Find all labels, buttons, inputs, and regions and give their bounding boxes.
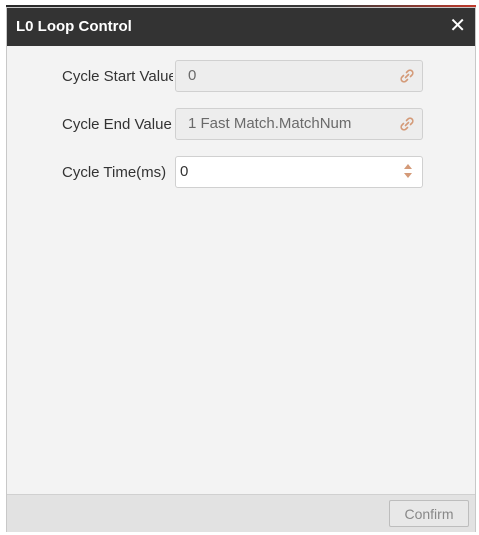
cycle-end-row: Cycle End Value 1 Fast Match.MatchNum (7, 108, 475, 142)
cycle-end-label: Cycle End Value (62, 116, 172, 133)
decrement-arrow-icon[interactable] (404, 173, 412, 178)
confirm-button[interactable]: Confirm (389, 500, 469, 527)
cycle-time-label: Cycle Time(ms) (62, 164, 167, 181)
dialog-titlebar[interactable]: L0 Loop Control ✕ (7, 8, 475, 46)
cycle-start-value: 0 (188, 67, 197, 84)
cycle-start-label: Cycle Start Value (62, 68, 173, 85)
dialog-title: L0 Loop Control (16, 18, 132, 35)
loop-control-dialog: L0 Loop Control ✕ Cycle Start Value 0 Cy… (6, 7, 476, 532)
close-icon[interactable]: ✕ (449, 15, 466, 37)
cycle-time-row: Cycle Time(ms) 0 (7, 156, 475, 190)
increment-arrow-icon[interactable] (404, 164, 412, 169)
cycle-time-value: 0 (180, 163, 189, 180)
spinner-arrows[interactable] (404, 164, 414, 180)
cycle-start-row: Cycle Start Value 0 (7, 60, 475, 94)
link-icon[interactable] (399, 116, 415, 132)
cycle-time-input[interactable]: 0 (175, 156, 423, 188)
cycle-start-input[interactable]: 0 (175, 60, 423, 92)
dialog-body: Cycle Start Value 0 Cycle End Value 1 Fa… (7, 46, 475, 494)
cycle-end-input[interactable]: 1 Fast Match.MatchNum (175, 108, 423, 140)
link-icon[interactable] (399, 68, 415, 84)
dialog-footer: Confirm (7, 494, 475, 532)
cycle-end-value: 1 Fast Match.MatchNum (188, 115, 352, 132)
